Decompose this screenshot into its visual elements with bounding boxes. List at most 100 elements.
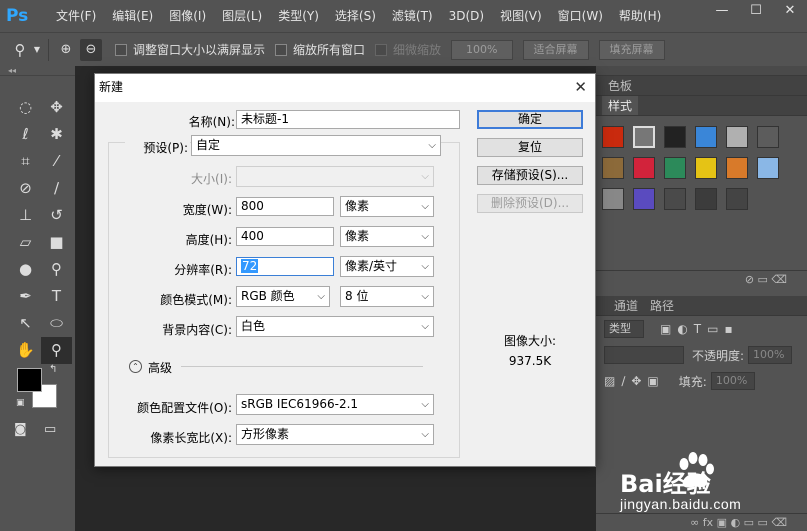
hand-tool-icon[interactable]: ✋	[10, 337, 41, 364]
screen-mode-icon[interactable]: ▭	[44, 422, 56, 437]
pixel-aspect-dropdown[interactable]: 方形像素 ⌵	[236, 424, 434, 445]
menu-image[interactable]: 图像(I)	[161, 0, 214, 32]
lasso-tool-icon[interactable]: ℓ	[10, 121, 41, 148]
menu-help[interactable]: 帮助(H)	[611, 0, 669, 32]
minimize-icon[interactable]: —	[705, 0, 739, 22]
history-brush-icon[interactable]: ↺	[41, 202, 72, 229]
menu-layer[interactable]: 图层(L)	[214, 0, 270, 32]
healing-brush-icon[interactable]: ⊘	[10, 175, 41, 202]
width-field[interactable]: 800	[236, 197, 334, 216]
tab-styles[interactable]: 样式	[602, 96, 639, 115]
zoom-out-icon[interactable]: ⊖	[80, 38, 102, 61]
color-profile-dropdown[interactable]: sRGB IEC61966-2.1 ⌵	[236, 394, 434, 415]
style-swatch[interactable]	[726, 157, 748, 179]
style-swatch[interactable]	[726, 188, 748, 210]
zoom-all-windows-checkbox[interactable]: 缩放所有窗口	[275, 41, 365, 58]
menu-window[interactable]: 窗口(W)	[550, 0, 611, 32]
zoom-tool-icon[interactable]: ⚲	[8, 39, 32, 61]
panel-grip[interactable]	[596, 66, 807, 76]
brush-tool-icon[interactable]: ∕	[41, 175, 72, 202]
scrubby-zoom-checkbox[interactable]: 细微缩放	[375, 41, 441, 58]
shape-tool-icon[interactable]: ⬭	[41, 310, 72, 337]
style-swatch[interactable]	[664, 188, 686, 210]
menu-3d[interactable]: 3D(D)	[441, 0, 492, 32]
path-select-icon[interactable]: ↖	[10, 310, 41, 337]
style-swatch[interactable]	[664, 157, 686, 179]
blend-mode-dropdown[interactable]	[604, 346, 684, 364]
zoom-in-icon[interactable]: ⊕	[55, 39, 77, 61]
resolution-unit-dropdown[interactable]: 像素/英寸 ⌵	[340, 256, 434, 277]
height-field[interactable]: 400	[236, 227, 334, 246]
swap-colors-icon[interactable]: ↰	[49, 364, 57, 375]
style-swatch[interactable]	[633, 188, 655, 210]
style-swatch[interactable]	[633, 157, 655, 179]
tab-swatches[interactable]: 色板	[602, 76, 638, 95]
pen-tool-icon[interactable]: ✒	[10, 283, 41, 310]
style-swatch[interactable]	[757, 157, 779, 179]
style-swatch[interactable]	[695, 188, 717, 210]
background-dropdown[interactable]: 白色 ⌵	[236, 316, 434, 337]
tab-channels[interactable]: 通道	[608, 296, 644, 315]
menu-type[interactable]: 类型(Y)	[270, 0, 327, 32]
eraser-tool-icon[interactable]: ▱	[10, 229, 41, 256]
style-swatch[interactable]	[726, 126, 748, 148]
chevron-down-icon[interactable]: ▼	[32, 39, 42, 61]
zoom-100-button[interactable]: 100%	[451, 39, 513, 60]
stamp-tool-icon[interactable]: ⊥	[10, 202, 41, 229]
close-icon[interactable]: ✕	[773, 0, 807, 22]
gradient-tool-icon[interactable]: ■	[41, 229, 72, 256]
tab-paths[interactable]: 路径	[644, 296, 680, 315]
bit-depth-dropdown[interactable]: 8 位 ⌵	[340, 286, 434, 307]
menu-edit[interactable]: 编辑(E)	[104, 0, 161, 32]
foreground-color-swatch[interactable]	[17, 368, 42, 392]
style-swatch[interactable]	[602, 188, 624, 210]
eyedropper-icon[interactable]: ⁄	[41, 148, 72, 175]
dodge-tool-icon[interactable]: ⚲	[41, 256, 72, 283]
menu-select[interactable]: 选择(S)	[327, 0, 384, 32]
default-colors-icon[interactable]: ▣	[16, 398, 25, 408]
advanced-label[interactable]: 高级	[148, 359, 172, 376]
quick-mask-icon[interactable]: ◙	[14, 422, 27, 437]
color-mode-dropdown[interactable]: RGB 颜色 ⌵	[236, 286, 330, 307]
resize-windows-checkbox[interactable]: 调整窗口大小以满屏显示	[115, 41, 265, 58]
marquee-tool-icon[interactable]: ◌	[10, 94, 41, 121]
style-swatch[interactable]	[633, 126, 655, 148]
delete-preset-button[interactable]: 删除预设(D)...	[477, 194, 583, 213]
opacity-field[interactable]: 100%	[748, 346, 793, 364]
fill-field[interactable]: 100%	[710, 372, 755, 390]
style-swatch[interactable]	[602, 157, 624, 179]
kind-filter-dropdown[interactable]: 类型	[604, 320, 644, 338]
close-icon[interactable]: ✕	[574, 74, 587, 100]
fit-screen-button[interactable]: 适合屏幕	[522, 39, 589, 60]
fill-screen-button[interactable]: 填充屏幕	[598, 39, 665, 60]
style-swatch[interactable]	[695, 157, 717, 179]
style-swatch[interactable]	[695, 126, 717, 148]
crop-tool-icon[interactable]: ⌗	[10, 148, 41, 175]
blur-tool-icon[interactable]: ●	[10, 256, 41, 283]
size-dropdown[interactable]: ⌵	[236, 166, 434, 187]
style-swatch[interactable]	[664, 126, 686, 148]
type-tool-icon[interactable]: T	[41, 283, 72, 310]
ok-button[interactable]: 确定	[477, 110, 583, 129]
menu-view[interactable]: 视图(V)	[492, 0, 550, 32]
reset-button[interactable]: 复位	[477, 138, 583, 157]
preset-dropdown[interactable]: 自定 ⌵	[191, 135, 441, 156]
width-unit-dropdown[interactable]: 像素 ⌵	[340, 196, 434, 217]
style-swatch[interactable]	[602, 126, 624, 148]
resolution-field[interactable]: 72	[236, 257, 334, 276]
style-swatch[interactable]	[757, 126, 779, 148]
menu-filter[interactable]: 滤镜(T)	[384, 0, 441, 32]
menu-file[interactable]: 文件(F)	[48, 0, 104, 32]
maximize-icon[interactable]: ☐	[739, 0, 773, 22]
move-tool-icon[interactable]: ✥	[41, 94, 72, 121]
lock-icons[interactable]: ▨∕✥▣	[604, 374, 665, 388]
name-field[interactable]: 未标题-1	[236, 110, 460, 129]
height-unit-dropdown[interactable]: 像素 ⌵	[340, 226, 434, 247]
filter-icons[interactable]: ▣◐T▭▪	[660, 322, 739, 336]
chevron-up-icon[interactable]: ⌃	[129, 360, 142, 373]
zoom-tool-icon[interactable]: ⚲	[41, 337, 72, 364]
panel-grip[interactable]: ◂◂	[0, 66, 75, 76]
tab-layers[interactable]	[596, 296, 608, 315]
magic-wand-icon[interactable]: ✱	[41, 121, 72, 148]
save-preset-button[interactable]: 存储预设(S)...	[477, 166, 583, 185]
